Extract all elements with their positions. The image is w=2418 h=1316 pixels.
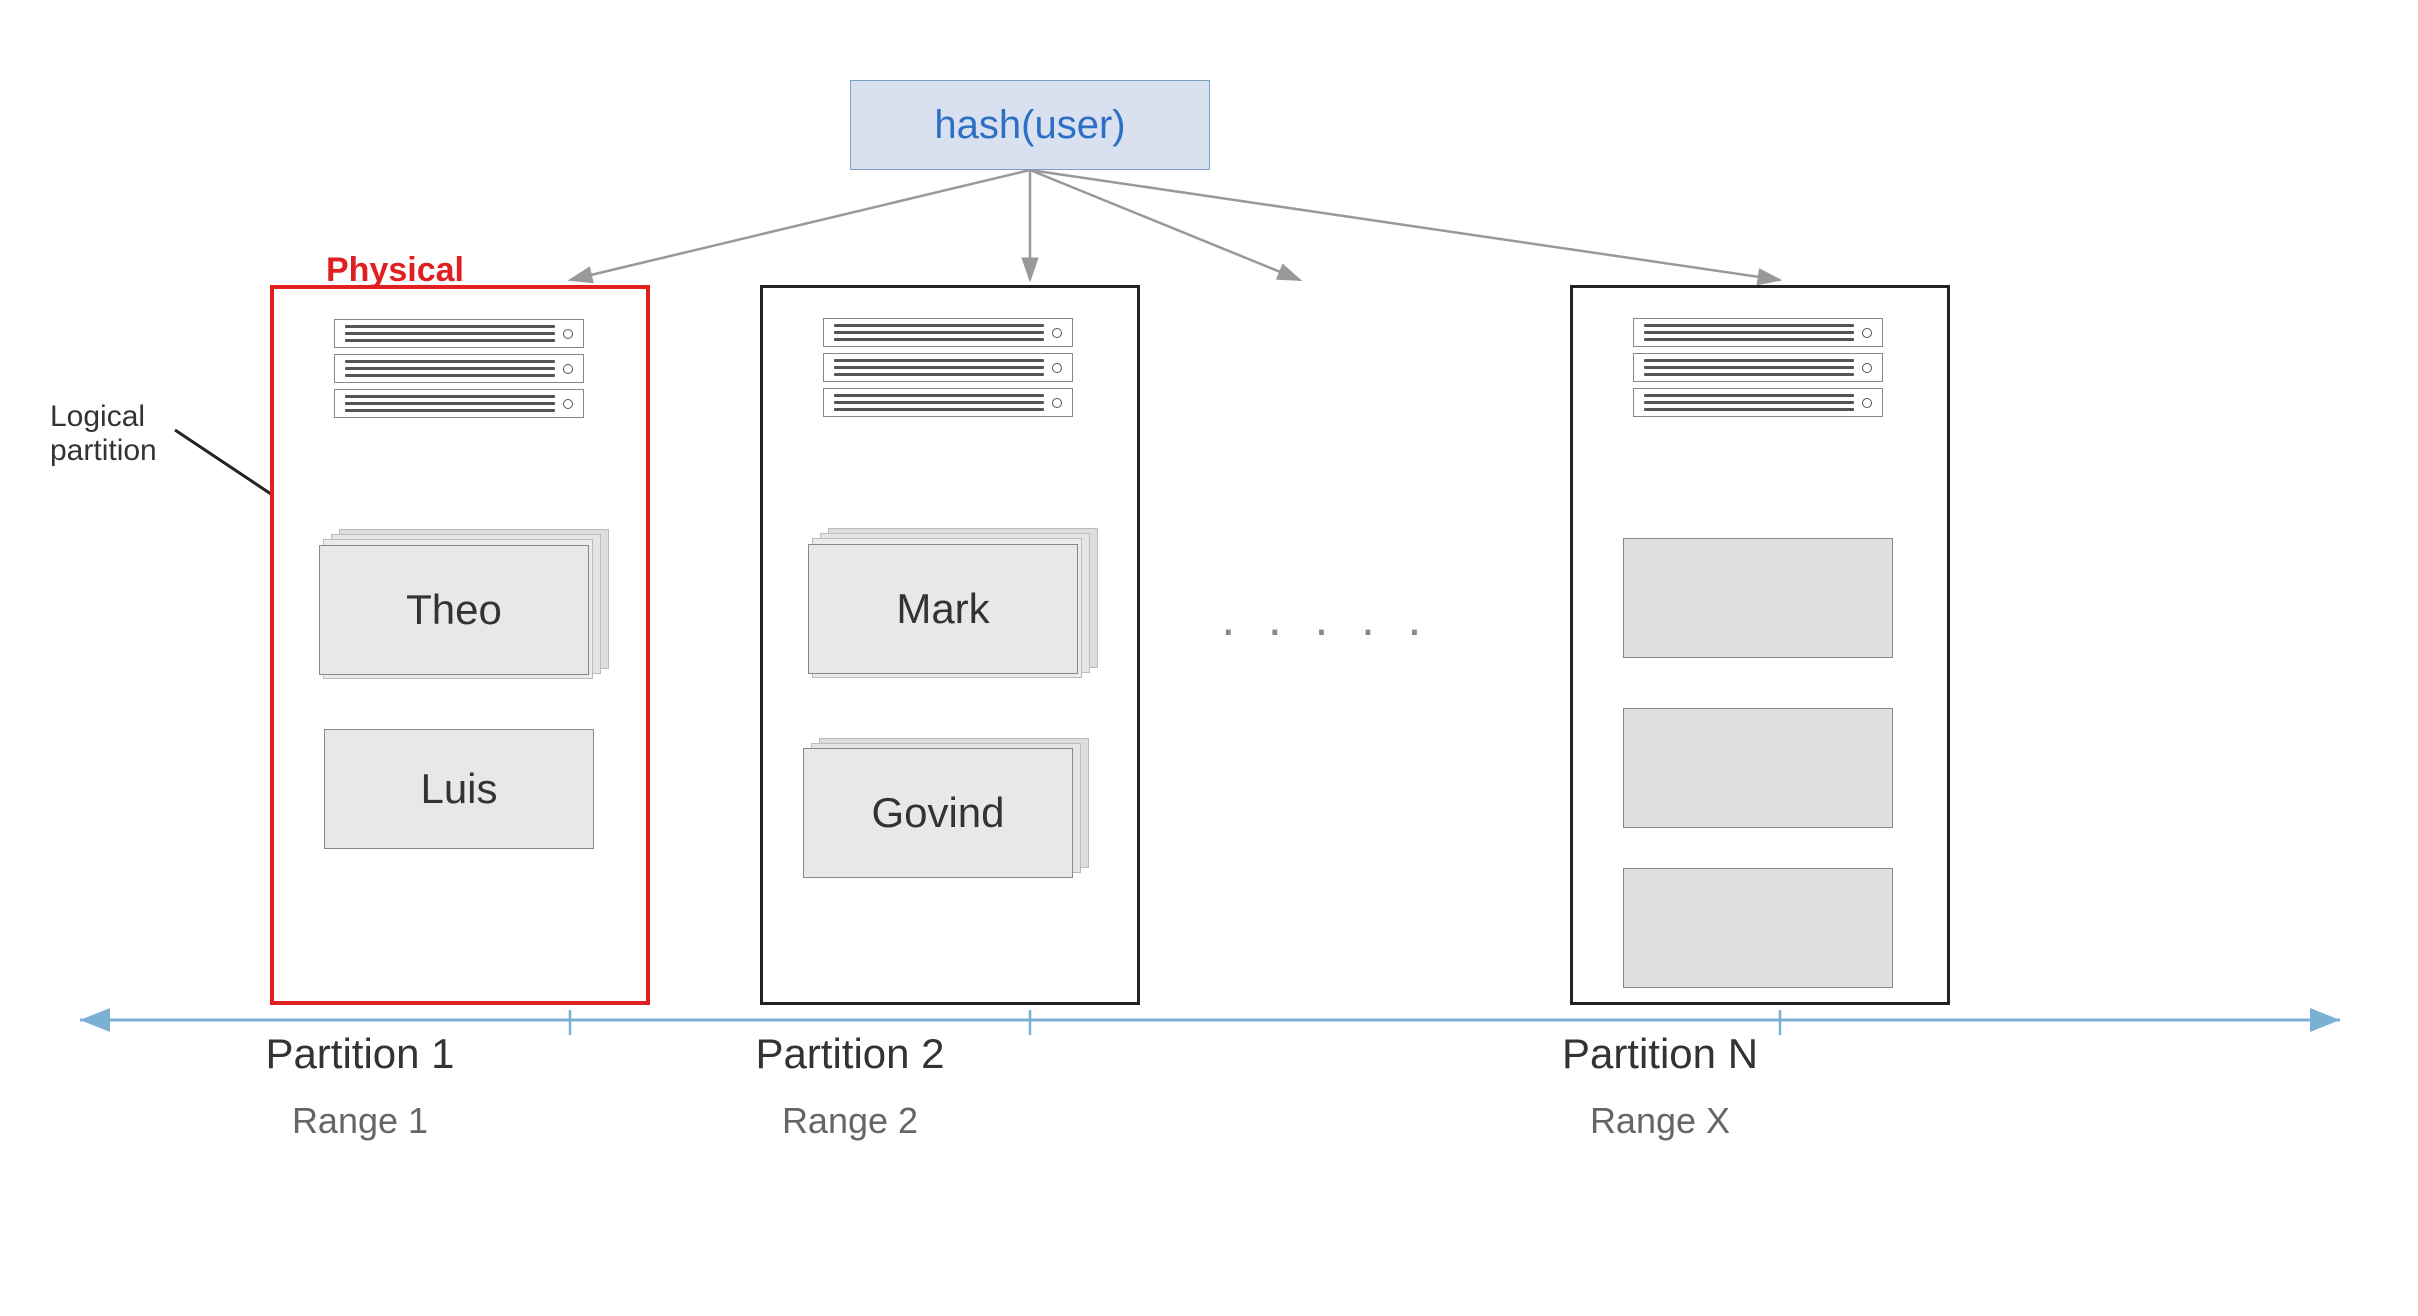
- user-theo: Theo: [406, 586, 502, 634]
- server-line: [834, 324, 1044, 327]
- server-dot: [1052, 398, 1062, 408]
- server-line: [834, 338, 1044, 341]
- range-2-label: Range 2: [690, 1100, 1010, 1142]
- server-line: [345, 339, 555, 342]
- server-line: [345, 325, 555, 328]
- server-dot: [563, 329, 573, 339]
- server-dot: [1862, 398, 1872, 408]
- server-icon-n: [1633, 318, 1883, 417]
- server-lines-1b: [345, 360, 555, 377]
- server-line: [834, 401, 1044, 404]
- partition-n-label: Partition N: [1480, 1030, 1840, 1078]
- server-row-2b: [823, 353, 1073, 382]
- server-line: [1644, 331, 1854, 334]
- server-line: [834, 359, 1044, 362]
- server-line: [345, 395, 555, 398]
- partition-1-label: Partition 1: [180, 1030, 540, 1078]
- server-line: [1644, 373, 1854, 376]
- server-line: [345, 402, 555, 405]
- partition-n-box: [1570, 285, 1950, 1005]
- empty-card-3: [1623, 868, 1893, 988]
- empty-card-2: [1623, 708, 1893, 828]
- server-line: [1644, 401, 1854, 404]
- server-lines-2a: [834, 324, 1044, 341]
- server-lines-1c: [345, 395, 555, 412]
- range-1-label: Range 1: [200, 1100, 520, 1142]
- server-row-2c: [823, 388, 1073, 417]
- server-lines-2c: [834, 394, 1044, 411]
- server-dot: [563, 364, 573, 374]
- partition-2-box: Mark Govind: [760, 285, 1140, 1005]
- server-icon-2: [823, 318, 1073, 417]
- server-line: [1644, 359, 1854, 362]
- server-line: [834, 394, 1044, 397]
- server-dot: [1862, 363, 1872, 373]
- server-line: [834, 408, 1044, 411]
- hash-box-label: hash(user): [934, 103, 1125, 148]
- server-line: [345, 374, 555, 377]
- range-x-label: Range X: [1500, 1100, 1820, 1142]
- server-line: [1644, 366, 1854, 369]
- server-dot: [1052, 328, 1062, 338]
- user-mark: Mark: [896, 585, 989, 633]
- server-row-1a: [334, 319, 584, 348]
- hash-box: hash(user): [850, 80, 1210, 170]
- server-row-1c: [334, 389, 584, 418]
- server-lines-1a: [345, 325, 555, 342]
- server-line: [1644, 338, 1854, 341]
- server-row-nb: [1633, 353, 1883, 382]
- server-icon-1: [334, 319, 584, 418]
- server-lines-na: [1644, 324, 1854, 341]
- server-line: [1644, 394, 1854, 397]
- server-dot: [1862, 328, 1872, 338]
- server-dot: [563, 399, 573, 409]
- server-line: [345, 360, 555, 363]
- server-row-nc: [1633, 388, 1883, 417]
- server-row-2a: [823, 318, 1073, 347]
- empty-card-1: [1623, 538, 1893, 658]
- server-lines-nc: [1644, 394, 1854, 411]
- user-luis: Luis: [420, 765, 497, 813]
- partition-2-label: Partition 2: [670, 1030, 1030, 1078]
- server-line: [345, 409, 555, 412]
- server-line: [345, 367, 555, 370]
- server-line: [1644, 408, 1854, 411]
- server-line: [1644, 324, 1854, 327]
- server-line: [834, 366, 1044, 369]
- server-lines-2b: [834, 359, 1044, 376]
- partition-1-box: Theo Luis: [270, 285, 650, 1005]
- user-govind: Govind: [871, 789, 1004, 837]
- logical-partition-label: Logical partition: [50, 400, 157, 468]
- diagram-container: hash(user) Physical partition Logical pa…: [0, 0, 2418, 1316]
- server-line: [834, 331, 1044, 334]
- server-row-1b: [334, 354, 584, 383]
- server-lines-nb: [1644, 359, 1854, 376]
- partition-dots: · · · · ·: [1220, 600, 1431, 658]
- server-dot: [1052, 363, 1062, 373]
- server-line: [345, 332, 555, 335]
- server-line: [834, 373, 1044, 376]
- server-row-na: [1633, 318, 1883, 347]
